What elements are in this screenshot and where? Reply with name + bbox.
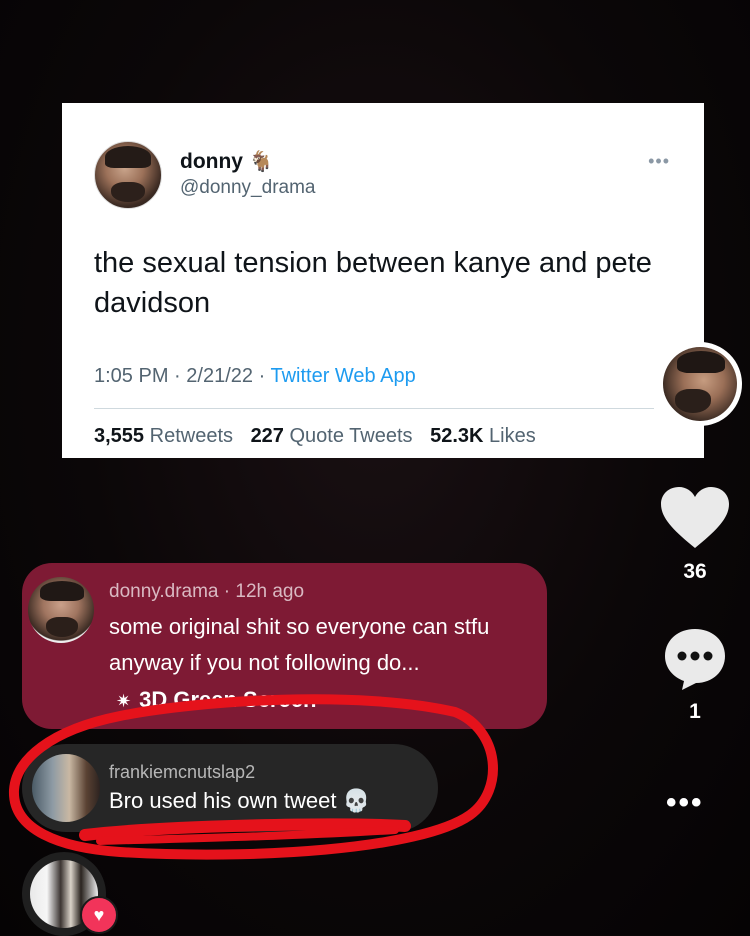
like-count: 36 bbox=[683, 560, 707, 583]
creator-profile-avatar[interactable] bbox=[658, 342, 742, 426]
heart-icon: ♥ bbox=[80, 896, 118, 934]
effect-link[interactable]: ✷ 3D Green Screen bbox=[116, 687, 316, 713]
creator-comment-time: 12h ago bbox=[235, 581, 305, 602]
reply-comment-bubble[interactable]: frankiemcnutslap2 Bro used his own tweet… bbox=[22, 744, 438, 832]
creator-comment-header: donny.drama · 12h ago bbox=[109, 581, 304, 603]
tweet-app: Twitter Web App bbox=[270, 365, 416, 387]
retweets-label: Retweets bbox=[149, 425, 233, 447]
tweet-author-avatar bbox=[94, 141, 162, 209]
retweets-count: 3,555 bbox=[94, 425, 145, 447]
meta-separator: · bbox=[258, 365, 266, 387]
tweet-stats: 3,555 Retweets 227 Quote Tweets 52.3K Li… bbox=[94, 425, 536, 448]
meta-separator: · bbox=[174, 365, 181, 387]
effect-label: 3D Green Screen bbox=[139, 687, 317, 712]
tweet-meta: 1:05 PM · 2/21/22 · Twitter Web App bbox=[94, 365, 416, 388]
likes-count: 52.3K bbox=[430, 425, 484, 447]
reply-comment-avatar[interactable] bbox=[32, 754, 100, 822]
reply-comment-username[interactable]: frankiemcnutslap2 bbox=[109, 762, 255, 783]
tweet-display-name-text: donny bbox=[180, 150, 243, 173]
ellipsis-icon: ••• bbox=[648, 151, 670, 171]
creator-comment-text: some original shit so everyone can stfu … bbox=[109, 614, 490, 675]
tweet-card: donny 🐐 @donny_drama ••• the sexual tens… bbox=[62, 103, 704, 458]
quotes-count: 227 bbox=[250, 425, 284, 447]
tweet-date: 2/21/22 bbox=[186, 365, 254, 387]
music-disc[interactable]: ♥ bbox=[22, 852, 118, 936]
goat-emoji-icon: 🐐 bbox=[248, 151, 274, 173]
creator-comment-username[interactable]: donny.drama bbox=[109, 581, 219, 602]
comment-separator: · bbox=[223, 581, 231, 602]
reply-comment-text: Bro used his own tweet bbox=[109, 788, 337, 813]
tweet-divider bbox=[94, 408, 654, 409]
more-horizontal-icon[interactable]: ••• bbox=[666, 786, 704, 820]
creator-comment-avatar[interactable] bbox=[28, 577, 94, 643]
quotes-label: Quote Tweets bbox=[289, 425, 413, 447]
tweet-handle: @donny_drama bbox=[180, 177, 316, 198]
creator-comment-bubble[interactable]: donny.drama · 12h ago some original shit… bbox=[22, 563, 547, 729]
likes-label: Likes bbox=[489, 425, 536, 447]
sparkle-icon: ✷ bbox=[116, 691, 132, 711]
reply-comment-body: Bro used his own tweet 💀 bbox=[109, 788, 370, 814]
comment-count: 1 bbox=[689, 700, 701, 723]
comment-bubble-icon[interactable] bbox=[662, 626, 728, 692]
skull-emoji-icon: 💀 bbox=[342, 788, 370, 813]
tweet-display-name: donny 🐐 bbox=[180, 149, 274, 174]
heart-icon[interactable] bbox=[659, 486, 731, 550]
tweet-time: 1:05 PM bbox=[94, 365, 169, 387]
tweet-text: the sexual tension between kanye and pet… bbox=[94, 247, 652, 319]
